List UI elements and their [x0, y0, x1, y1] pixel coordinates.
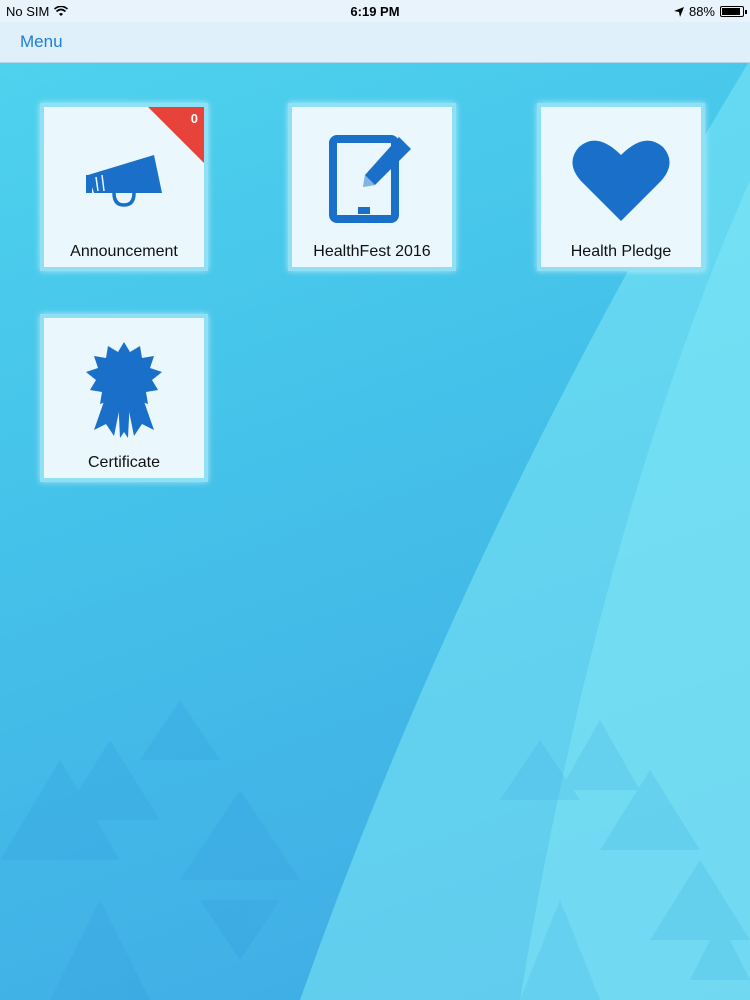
tile-health-pledge[interactable]: Health Pledge: [537, 103, 705, 271]
heart-icon: [572, 140, 670, 221]
tile-label: Announcement: [70, 243, 178, 260]
tile-label: Health Pledge: [570, 243, 672, 260]
badge-count: 0: [190, 111, 198, 126]
battery-percent: 88%: [688, 4, 715, 19]
megaphone-icon: [86, 155, 162, 207]
award-ribbon-icon: [86, 342, 162, 438]
location-arrow-icon: [673, 6, 684, 17]
menu-button[interactable]: Menu: [20, 32, 63, 52]
tile-label: Certificate: [87, 454, 161, 471]
battery-icon: [720, 6, 747, 17]
clock: 6:19 PM: [350, 4, 400, 19]
battery-fill: [722, 8, 740, 15]
tile-label: HealthFest 2016: [313, 243, 431, 260]
tile-healthfest[interactable]: HealthFest 2016: [288, 103, 456, 271]
tile-certificate[interactable]: Certificate: [40, 314, 208, 482]
tile-announcement[interactable]: 0 Announcement: [40, 103, 208, 271]
tablet-pencil-icon: [329, 135, 411, 223]
nav-bar: Menu: [0, 22, 750, 63]
status-bar: No SIM 6:19 PM 88%: [0, 0, 750, 22]
